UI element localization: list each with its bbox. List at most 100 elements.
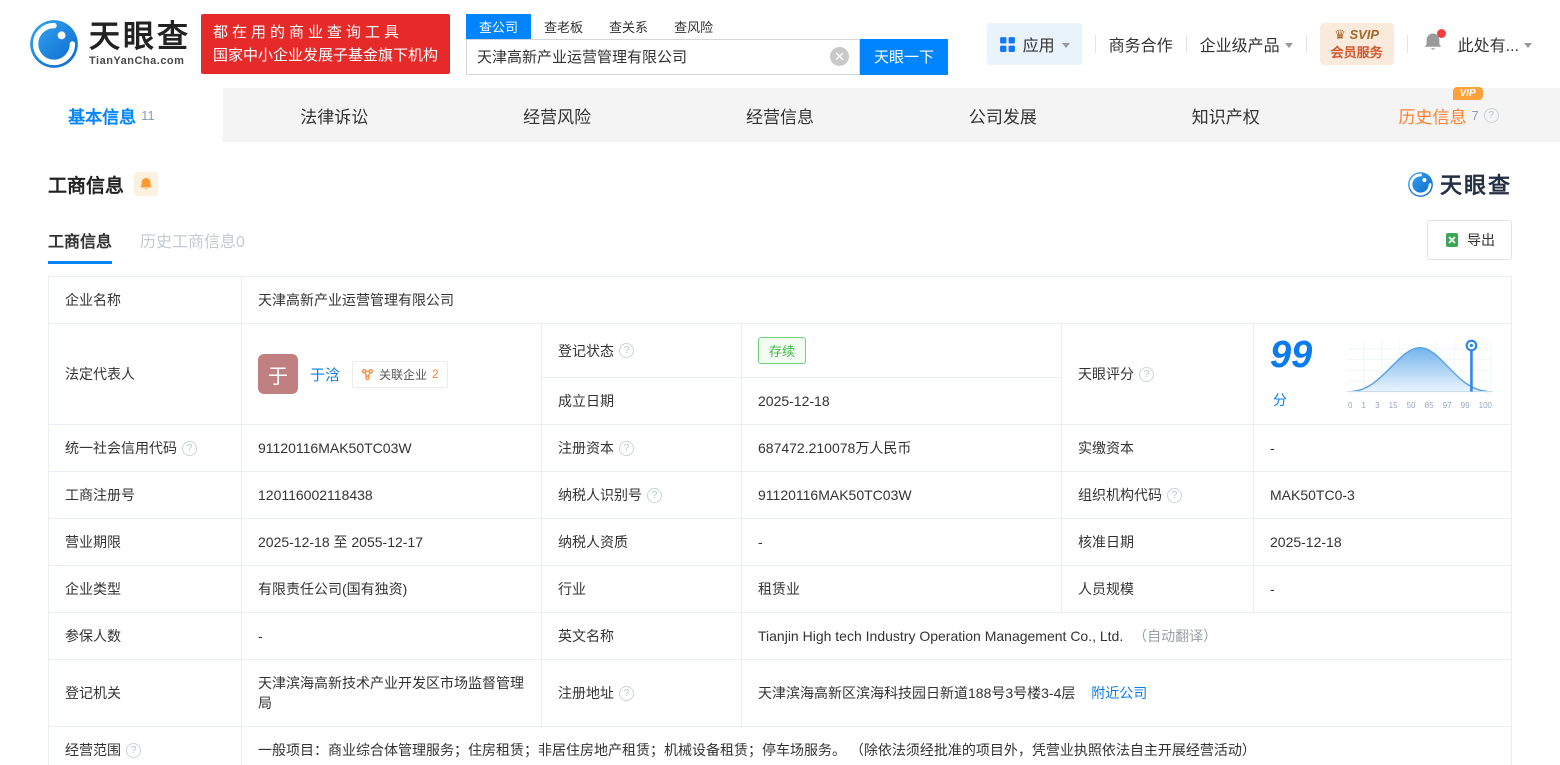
credit-code-value: 91120116MAK50TC03W (241, 424, 542, 472)
section-title: 工商信息 (48, 175, 125, 197)
logo-domain: TianYanCha.com (89, 55, 185, 67)
help-icon[interactable]: ? (619, 685, 634, 701)
field-label: 经营范围? (48, 726, 242, 765)
slogan-line1: 都在用的商业查询工具 (213, 23, 404, 41)
related-count: 2 (432, 367, 439, 381)
notification-dot (1436, 28, 1446, 38)
main-tabbar: 基本信息 11 法律诉讼 经营风险 经营信息 公司发展 知识产权 VIP 历史信… (0, 86, 1560, 142)
tab-label: 公司发展 (968, 107, 1037, 127)
table-row: 统一社会信用代码? 91120116MAK50TC03W 注册资本? 68747… (48, 424, 1512, 472)
field-label: 企业名称 (48, 276, 242, 324)
field-label: 工商注册号 (48, 471, 242, 519)
table-row: 法定代表人 于 于浛 关联企业 2 登记状态? 存续 天眼评分 ? 99分 0 … (48, 323, 1512, 425)
chevron-down-icon (1061, 42, 1070, 48)
tianyancha-logo-icon (1408, 171, 1433, 197)
registered-address-value: 天津滨海高新区滨海科技园日新道188号3号楼3-4层 (758, 685, 1076, 701)
subtab-history-business-info[interactable]: 历史工商信息0 (140, 228, 245, 264)
tab-count: 11 (141, 107, 155, 123)
business-cooperation-link[interactable]: 商务合作 (1109, 32, 1173, 56)
enterprise-products-menu[interactable]: 企业级产品 (1200, 32, 1293, 56)
registered-capital-value: 687472.210078万人民币 (741, 424, 1062, 472)
table-row: 参保人数 - 英文名称 Tianjin High tech Industry O… (48, 612, 1512, 660)
help-icon[interactable]: ? (182, 440, 197, 456)
business-info-table: 企业名称 天津高新产业运营管理有限公司 法定代表人 于 于浛 关联企业 2 登记… (48, 276, 1512, 765)
table-row: 经营范围? 一般项目：商业综合体管理服务；住房租赁；非居住房地产租赁；机械设备租… (48, 726, 1512, 765)
tianyancha-watermark: 天眼查 (1407, 168, 1512, 200)
help-icon[interactable]: ? (619, 440, 634, 456)
network-icon (362, 368, 373, 380)
org-code-value: MAK50TC0-3 (1253, 471, 1512, 519)
search-tab-boss[interactable]: 查老板 (531, 14, 596, 39)
tab-label: 历史信息 (1398, 107, 1467, 127)
legal-representative-link[interactable]: 于浛 (310, 364, 340, 385)
field-label: 统一社会信用代码? (48, 424, 242, 472)
help-icon[interactable]: ? (1167, 487, 1182, 503)
divider (1305, 35, 1307, 53)
help-icon[interactable]: ? (647, 487, 662, 503)
tab-label: 法律诉讼 (300, 107, 369, 127)
tab-intellectual-property[interactable]: 知识产权 (1114, 88, 1337, 142)
business-scope-value: 一般项目：商业综合体管理服务；住房租赁；非居住房地产租赁；机械设备租赁；停车场服… (241, 726, 1512, 765)
field-label: 登记状态? (541, 323, 742, 378)
search-tab-relation[interactable]: 查关系 (596, 14, 661, 39)
tab-company-development[interactable]: 公司发展 (891, 88, 1114, 142)
clear-icon[interactable]: ✕ (830, 47, 850, 66)
apps-menu[interactable]: 应用 (986, 23, 1082, 65)
field-label: 纳税人资质 (541, 518, 742, 566)
notification-bell-icon[interactable] (1423, 28, 1446, 57)
avatar[interactable]: 于 (258, 354, 298, 394)
help-icon[interactable]: ? (126, 742, 141, 758)
field-label: 组织机构代码? (1061, 471, 1254, 519)
svip-member-badge[interactable]: ♛ SVIP 会员服务 (1319, 23, 1394, 65)
export-button[interactable]: 导出 (1427, 220, 1512, 260)
help-icon[interactable]: ? (1483, 107, 1499, 123)
registration-number-value: 120116002118438 (241, 471, 542, 519)
search-button[interactable]: 天眼一下 (860, 38, 949, 75)
tianyancha-logo[interactable]: 天眼查 TianYanCha.com (28, 18, 191, 70)
related-label: 关联企业 (379, 367, 428, 382)
help-icon[interactable]: ? (619, 343, 634, 358)
taxpayer-id-value: 91120116MAK50TC03W (741, 471, 1062, 519)
nearby-companies-link[interactable]: 附近公司 (1091, 685, 1147, 701)
field-label: 企业类型 (48, 565, 242, 613)
header-right: 应用 商务合作 企业级产品 ♛ SVIP 会员服务 此处有... (986, 23, 1532, 65)
table-row: 工商注册号 120116002118438 纳税人识别号? 91120116MA… (48, 471, 1512, 519)
score-distribution-chart: 01 3 15 50 85 97 99 100 (1345, 338, 1495, 410)
monitor-bell-icon[interactable] (134, 172, 159, 196)
tab-operating-risk[interactable]: 经营风险 (446, 88, 669, 142)
help-icon[interactable]: ? (1139, 366, 1154, 382)
tianyan-score-cell: 99分 0 1 3 15 50 85 97 99 100 (1253, 323, 1512, 425)
search-input-wrap: ✕ (466, 38, 861, 75)
table-row: 企业类型 有限责任公司(国有独资) 行业 租赁业 人员规模 - (48, 565, 1512, 613)
tab-legal-proceedings[interactable]: 法律诉讼 (223, 88, 446, 142)
table-row: 登记机关 天津滨海高新技术产业开发区市场监督管理局 注册地址? 天津滨海高新区滨… (48, 659, 1512, 727)
english-name-value: Tianjin High tech Industry Operation Man… (758, 628, 1124, 644)
taxpayer-quality-value: - (741, 518, 1062, 566)
tab-label: 经营信息 (746, 107, 814, 127)
tab-label: 经营风险 (523, 107, 592, 127)
account-label: 此处有... (1457, 38, 1519, 55)
field-label: 英文名称 (541, 612, 742, 660)
field-label: 成立日期 (541, 377, 742, 425)
export-label: 导出 (1467, 232, 1495, 248)
search-tab-company[interactable]: 查公司 (466, 13, 532, 39)
search-tab-risk[interactable]: 查风险 (661, 14, 726, 39)
table-row: 企业名称 天津高新产业运营管理有限公司 (48, 276, 1512, 324)
tab-basic-info[interactable]: 基本信息 11 (0, 88, 223, 142)
auto-translate-note: （自动翻译） (1133, 628, 1218, 644)
company-name-value: 天津高新产业运营管理有限公司 (241, 276, 1512, 324)
divider (1094, 35, 1096, 53)
related-companies-badge[interactable]: 关联企业 2 (352, 360, 448, 388)
tab-history-info[interactable]: VIP 历史信息 7 ? (1337, 86, 1560, 142)
chevron-down-icon (1284, 42, 1293, 48)
registration-status-cell: 存续 (741, 323, 1062, 378)
vip-badge: VIP (1452, 86, 1483, 100)
subtab-business-info[interactable]: 工商信息 (48, 228, 113, 264)
established-date-value: 2025-12-18 (741, 377, 1062, 425)
field-label: 登记机关 (48, 659, 242, 727)
tab-business-info[interactable]: 经营信息 (669, 88, 892, 142)
account-menu[interactable]: 此处有... (1458, 32, 1532, 56)
tab-label: 知识产权 (1191, 107, 1260, 127)
field-label: 实缴资本 (1061, 424, 1254, 472)
search-input[interactable] (467, 48, 860, 65)
